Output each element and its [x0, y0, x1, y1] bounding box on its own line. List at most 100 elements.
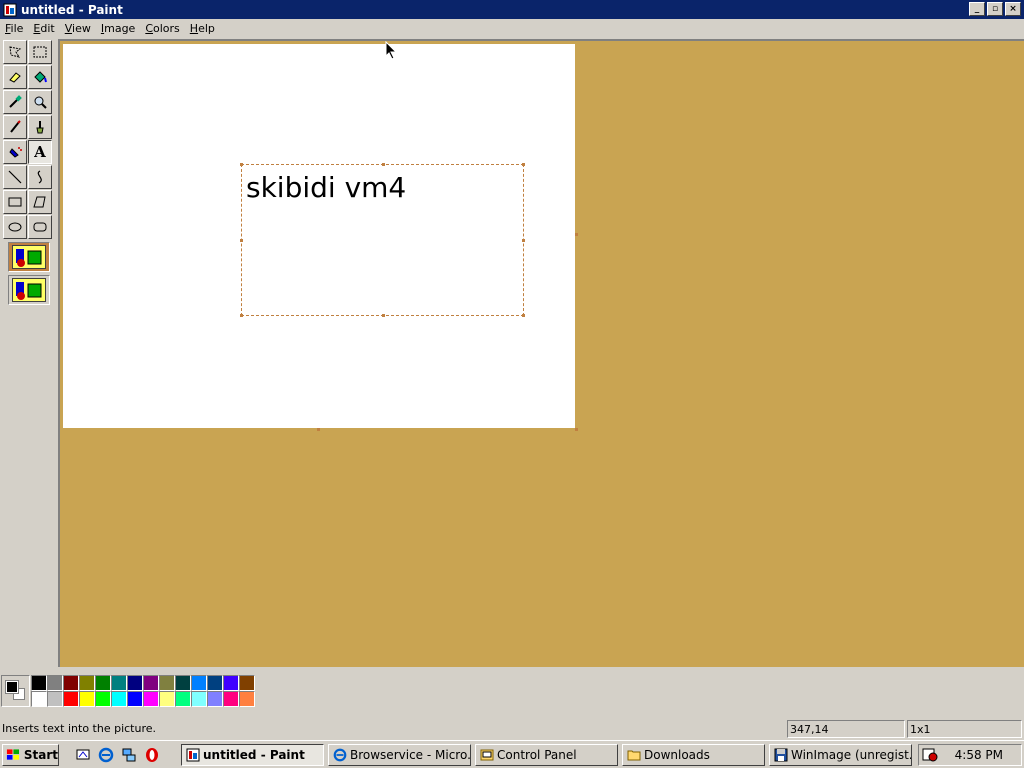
ellipse-icon — [8, 222, 22, 232]
pick-color-tool[interactable] — [3, 90, 27, 114]
taskbar-button-paint[interactable]: untitled - Paint — [181, 744, 324, 766]
current-colors[interactable] — [1, 675, 30, 707]
system-tray: 4:58 PM — [918, 744, 1022, 766]
brush-icon — [36, 121, 44, 134]
palette-swatch[interactable] — [223, 691, 239, 707]
opera-icon[interactable] — [143, 746, 161, 764]
palette-swatch[interactable] — [95, 691, 111, 707]
clock[interactable]: 4:58 PM — [955, 748, 1003, 762]
palette-swatch[interactable] — [127, 691, 143, 707]
start-button[interactable]: Start — [2, 744, 59, 766]
control-panel-icon — [479, 747, 495, 763]
taskbar-button-downloads[interactable]: Downloads — [622, 744, 765, 766]
resize-handle[interactable] — [522, 314, 525, 317]
airbrush-tool[interactable] — [3, 140, 27, 164]
canvas-resize-handle[interactable] — [317, 428, 320, 431]
ellipse-tool[interactable] — [3, 215, 27, 239]
palette-swatch[interactable] — [159, 691, 175, 707]
internet-explorer-icon[interactable] — [97, 746, 115, 764]
start-label: Start — [23, 748, 58, 762]
resize-handle[interactable] — [240, 239, 243, 242]
palette-swatch[interactable] — [207, 691, 223, 707]
palette-swatch[interactable] — [191, 691, 207, 707]
palette-swatch[interactable] — [191, 675, 207, 691]
drawing-canvas[interactable]: skibidi vm4 — [63, 44, 575, 428]
palette-swatch[interactable] — [95, 675, 111, 691]
resize-handle[interactable] — [382, 163, 385, 166]
menu-help[interactable]: Help — [185, 22, 220, 35]
color-box — [0, 672, 1024, 716]
menu-image[interactable]: Image — [96, 22, 140, 35]
palette-swatch[interactable] — [31, 675, 47, 691]
magnifier-icon — [34, 96, 47, 109]
transparent-background-icon — [12, 278, 46, 302]
internet-explorer-icon — [332, 747, 348, 763]
palette-swatch[interactable] — [63, 691, 79, 707]
select-tool[interactable] — [28, 40, 52, 64]
palette-swatch[interactable] — [175, 675, 191, 691]
tray-scheduler-icon[interactable] — [922, 747, 940, 763]
canvas-resize-handle[interactable] — [575, 428, 578, 431]
palette-swatch[interactable] — [111, 691, 127, 707]
show-desktop-icon[interactable] — [74, 746, 92, 764]
palette-swatch[interactable] — [207, 675, 223, 691]
menu-view[interactable]: View — [60, 22, 96, 35]
canvas-resize-handle[interactable] — [575, 233, 578, 236]
network-icon[interactable] — [120, 746, 138, 764]
eraser-tool[interactable] — [3, 65, 27, 89]
palette-swatch[interactable] — [239, 675, 255, 691]
palette-swatch[interactable] — [111, 675, 127, 691]
polygon-tool[interactable] — [28, 190, 52, 214]
resize-handle[interactable] — [382, 314, 385, 317]
window-title: untitled - Paint — [21, 2, 123, 17]
menu-edit[interactable]: Edit — [28, 22, 59, 35]
taskbar-button-browservice[interactable]: Browservice - Micro... — [328, 744, 471, 766]
resize-handle[interactable] — [522, 239, 525, 242]
curve-tool[interactable] — [28, 165, 52, 189]
pencil-tool[interactable] — [3, 115, 27, 139]
text-box-content[interactable]: skibidi vm4 — [246, 171, 406, 204]
text-background-transparent-option[interactable] — [8, 275, 50, 305]
palette-swatch[interactable] — [143, 691, 159, 707]
minimize-button[interactable]: _ — [969, 2, 985, 16]
polygon-icon — [33, 196, 46, 208]
palette-swatch[interactable] — [47, 691, 63, 707]
taskbar-button-control-panel[interactable]: Control Panel — [475, 744, 618, 766]
palette-swatch[interactable] — [175, 691, 191, 707]
rounded-rectangle-icon — [33, 222, 47, 232]
airbrush-icon — [9, 147, 22, 158]
menu-colors[interactable]: Colors — [140, 22, 184, 35]
title-bar[interactable]: untitled - Paint _ ▫ × — [0, 0, 1024, 19]
magnifier-tool[interactable] — [28, 90, 52, 114]
resize-handle[interactable] — [240, 314, 243, 317]
text-background-opaque-option[interactable] — [8, 242, 50, 272]
palette-swatch[interactable] — [159, 675, 175, 691]
resize-handle[interactable] — [240, 163, 243, 166]
text-tool[interactable]: A — [28, 140, 52, 164]
palette-swatch[interactable] — [127, 675, 143, 691]
palette-swatch[interactable] — [143, 675, 159, 691]
palette-swatch[interactable] — [31, 691, 47, 707]
rounded-rectangle-tool[interactable] — [28, 215, 52, 239]
taskbar-button-label: WinImage (unregist... — [791, 748, 912, 762]
palette-swatch[interactable] — [223, 675, 239, 691]
palette-swatch[interactable] — [239, 691, 255, 707]
mouse-cursor-icon — [385, 41, 398, 60]
palette-swatch[interactable] — [63, 675, 79, 691]
text-box[interactable]: skibidi vm4 — [240, 163, 525, 317]
brush-tool[interactable] — [28, 115, 52, 139]
fill-tool[interactable] — [28, 65, 52, 89]
palette-swatch[interactable] — [47, 675, 63, 691]
palette-swatch[interactable] — [79, 691, 95, 707]
eraser-icon — [9, 72, 21, 83]
resize-handle[interactable] — [522, 163, 525, 166]
text-icon: A — [34, 143, 46, 161]
palette-swatch[interactable] — [79, 675, 95, 691]
menu-file[interactable]: File — [0, 22, 28, 35]
restore-button[interactable]: ▫ — [987, 2, 1003, 16]
free-select-tool[interactable] — [3, 40, 27, 64]
taskbar-button-winimage[interactable]: WinImage (unregist... — [769, 744, 912, 766]
rectangle-tool[interactable] — [3, 190, 27, 214]
line-tool[interactable] — [3, 165, 27, 189]
close-button[interactable]: × — [1005, 2, 1021, 16]
